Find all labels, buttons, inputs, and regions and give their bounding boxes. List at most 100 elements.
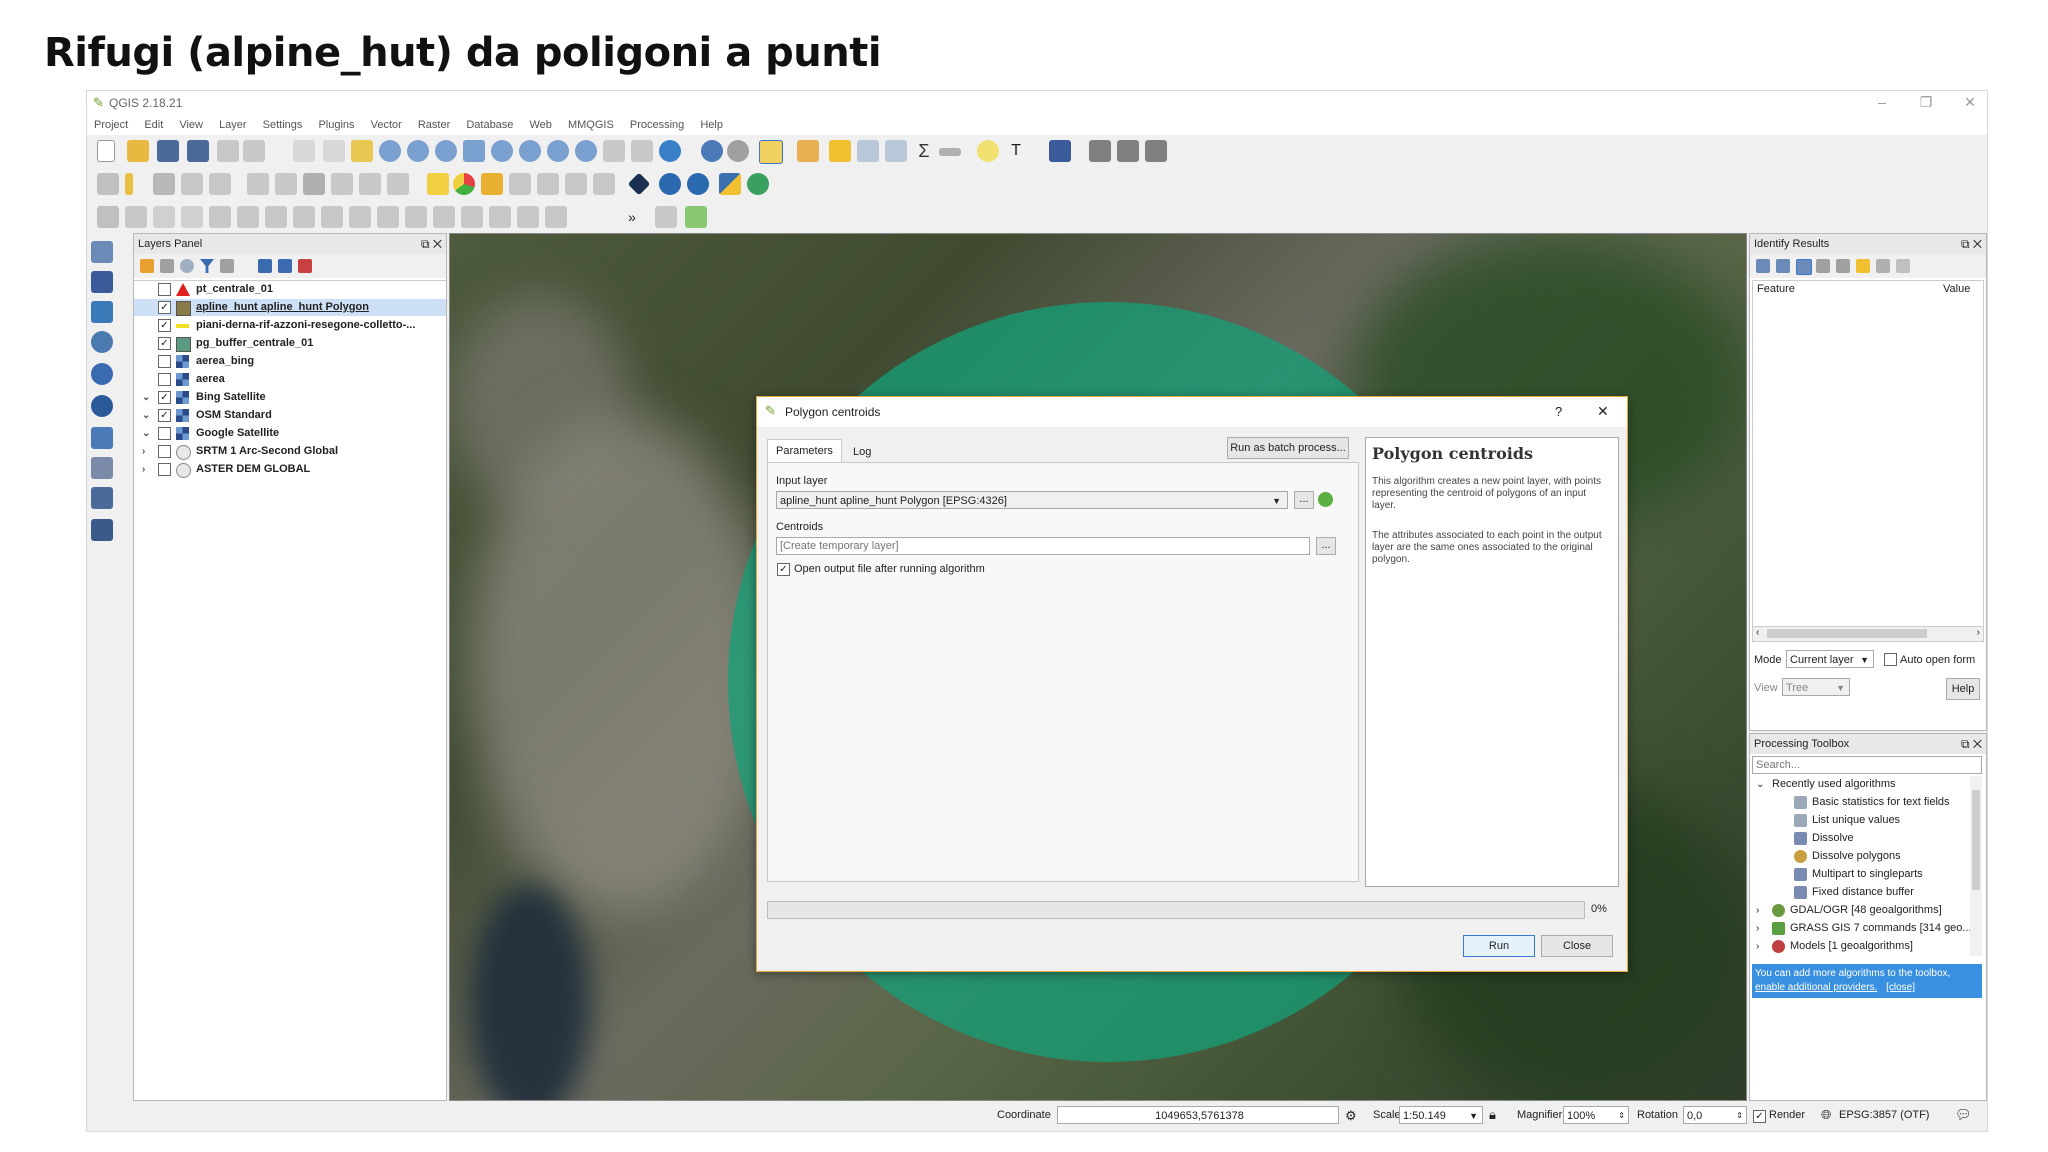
add-group-icon[interactable] [160, 259, 174, 273]
merge-attributes-icon[interactable] [517, 206, 539, 228]
delete-ring-icon[interactable] [321, 206, 343, 228]
zoom-layer-icon[interactable] [519, 140, 541, 162]
field-calculator-icon[interactable] [885, 140, 907, 162]
advanced-digitize-icon[interactable] [97, 206, 119, 228]
menu-raster[interactable]: Raster [418, 115, 450, 135]
node-tool-icon[interactable] [209, 173, 231, 195]
chevron-right-icon[interactable]: › [142, 443, 145, 460]
expand-all-icon[interactable] [258, 259, 272, 273]
layer-row[interactable]: aerea_bing [134, 353, 446, 370]
layer-visibility-checkbox[interactable]: ✓ [158, 319, 171, 332]
coordinate-field[interactable]: 1049653,5761378 [1057, 1106, 1339, 1124]
algorithm-item[interactable]: Fixed distance buffer [1752, 884, 1972, 901]
layer-visibility-checkbox[interactable] [158, 355, 171, 368]
chevron-down-icon[interactable]: ⌄ [142, 389, 150, 406]
input-layer-select[interactable]: apline_hunt apline_hunt Polygon [EPSG:43… [776, 491, 1288, 509]
chevron-down-icon[interactable]: ⌄ [142, 407, 150, 424]
new-spatialite-icon[interactable] [91, 487, 113, 509]
save-as-icon[interactable] [187, 140, 209, 162]
auto-open-checkbox[interactable] [1884, 653, 1897, 666]
style-manager-icon[interactable] [140, 259, 154, 273]
lock-scale-icon[interactable]: 🔒︎ [1489, 1107, 1496, 1123]
menu-plugins[interactable]: Plugins [318, 115, 354, 135]
crs-label[interactable]: EPSG:3857 (OTF) [1839, 1109, 1929, 1121]
attribute-table-icon[interactable] [857, 140, 879, 162]
collapse-tree-icon[interactable] [1776, 259, 1790, 273]
scale-select[interactable]: 1:50.149 ▼ [1399, 1106, 1483, 1124]
menu-vector[interactable]: Vector [371, 115, 402, 135]
layer-visibility-checkbox[interactable] [158, 427, 171, 440]
render-checkbox[interactable]: ✓ [1753, 1110, 1766, 1123]
delete-part-icon[interactable] [349, 206, 371, 228]
plugin-2-icon[interactable] [1117, 140, 1139, 162]
new-temp-layer-icon[interactable] [91, 519, 113, 541]
layer-row[interactable]: › SRTM 1 Arc-Second Global [134, 443, 446, 460]
layer-visibility-checkbox[interactable] [158, 463, 171, 476]
add-wfs-icon[interactable] [91, 427, 113, 449]
algorithm-item[interactable]: List unique values [1752, 812, 1972, 829]
tab-parameters[interactable]: Parameters [767, 439, 842, 462]
layer-visibility-checkbox[interactable]: ✓ [158, 409, 171, 422]
scroll-right-icon[interactable]: › [1977, 627, 1980, 638]
add-raster-layer-icon[interactable] [91, 271, 113, 293]
browse-output-button[interactable]: ... [1316, 537, 1336, 555]
digitize-icon[interactable] [627, 172, 651, 196]
wfs-icon[interactable] [687, 173, 709, 195]
minimize-button[interactable]: – [1867, 94, 1897, 110]
new-shapefile-icon[interactable] [91, 457, 113, 479]
menu-database[interactable]: Database [466, 115, 513, 135]
collapse-all-icon[interactable] [278, 259, 292, 273]
dialog-help-button[interactable]: ? [1555, 404, 1562, 419]
offset-curve-icon[interactable] [405, 206, 427, 228]
remove-layer-icon[interactable] [298, 259, 312, 273]
wms-icon[interactable] [659, 173, 681, 195]
zoom-selection-icon[interactable] [491, 140, 513, 162]
rotation-spinner[interactable]: 0,0 ⇕ [1683, 1106, 1747, 1124]
algorithm-item[interactable]: Dissolve [1752, 830, 1972, 847]
help-icon[interactable] [1049, 140, 1071, 162]
filter-legend-icon[interactable] [200, 259, 214, 273]
statistics-icon[interactable]: Σ [913, 140, 935, 162]
current-edits-icon[interactable] [97, 173, 119, 195]
add-wcs-icon[interactable] [91, 395, 113, 417]
touch-zoom-icon[interactable] [293, 140, 315, 162]
undo-icon[interactable] [153, 206, 175, 228]
run-batch-button[interactable]: Run as batch process... [1227, 437, 1349, 459]
toggle-extents-icon[interactable]: ⚙ [1345, 1108, 1357, 1124]
layer-row[interactable]: aerea [134, 371, 446, 388]
provider-group[interactable]: › GRASS GIS 7 commands [314 geo... [1752, 920, 1972, 937]
enable-providers-link[interactable]: enable additional providers. [1755, 982, 1877, 993]
layer-row-selected[interactable]: ✓ apline_hunt apline_hunt Polygon [134, 299, 446, 316]
view-select[interactable]: Tree ▼ [1782, 678, 1850, 696]
copy-feature-icon[interactable] [1836, 259, 1850, 273]
arrow-tool-icon[interactable] [655, 206, 677, 228]
expand-tree-icon[interactable] [1756, 259, 1770, 273]
clear-results-icon[interactable] [1816, 259, 1830, 273]
chevron-right-icon[interactable]: › [1756, 920, 1759, 937]
composer-manager-icon[interactable] [243, 140, 265, 162]
add-ring-icon[interactable] [237, 206, 259, 228]
close-button[interactable]: Close [1541, 935, 1613, 957]
add-spatialite-icon[interactable] [91, 331, 113, 353]
rotate-symbols-icon[interactable] [545, 206, 567, 228]
panel-float-close-icon[interactable]: ⧉ ✕ [1961, 734, 1982, 754]
new-bookmark-icon[interactable] [603, 140, 625, 162]
zoom-last-icon[interactable] [547, 140, 569, 162]
menu-layer[interactable]: Layer [219, 115, 247, 135]
layer-row[interactable]: › ASTER DEM GLOBAL [134, 461, 446, 478]
globe-plugin-icon[interactable] [747, 173, 769, 195]
more-tools-icon[interactable]: » [621, 206, 643, 228]
rotate-label-icon[interactable] [565, 173, 587, 195]
link-icon[interactable] [1896, 259, 1910, 273]
algorithm-item[interactable]: Basic statistics for text fields [1752, 794, 1972, 811]
show-bookmarks-icon[interactable] [631, 140, 653, 162]
close-window-button[interactable]: ✕ [1955, 94, 1985, 111]
add-vector-layer-icon[interactable] [91, 241, 113, 263]
horizontal-scrollbar[interactable]: ‹ › [1753, 626, 1983, 641]
annotation-icon[interactable] [977, 140, 999, 162]
panel-float-close-icon[interactable]: ⧉ ✕ [1961, 234, 1982, 254]
add-wms-icon[interactable] [91, 363, 113, 385]
rotate-feature-icon[interactable] [125, 206, 147, 228]
browse-input-button[interactable]: ... [1294, 491, 1314, 509]
open-project-icon[interactable] [127, 140, 149, 162]
